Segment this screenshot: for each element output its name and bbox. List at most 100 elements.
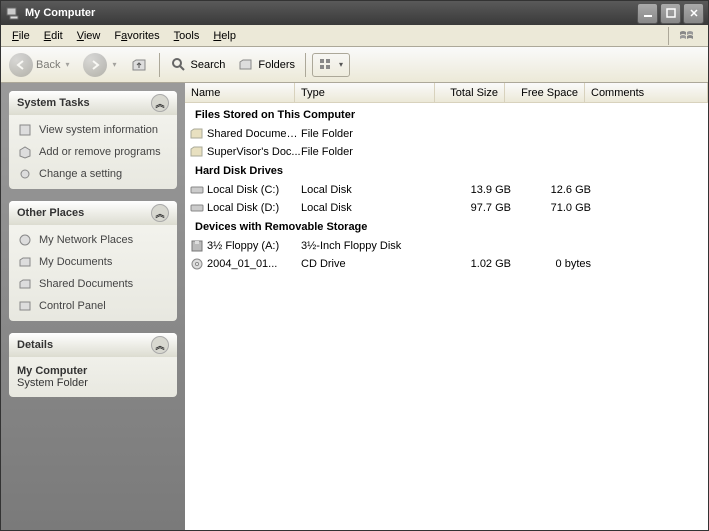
details-panel: Details ︽ My Computer System Folder <box>9 333 177 397</box>
item-type: File Folder <box>301 128 441 140</box>
item-size: 13.9 GB <box>441 184 511 196</box>
close-button[interactable] <box>683 3 704 24</box>
details-type: System Folder <box>17 377 169 389</box>
col-name[interactable]: Name <box>185 83 295 102</box>
toolbar-separator <box>305 53 306 77</box>
link-label: Add or remove programs <box>39 146 161 158</box>
control-panel-icon <box>17 298 33 314</box>
list-item[interactable]: SuperVisor's Doc... File Folder <box>185 143 708 161</box>
column-headers: Name Type Total Size Free Space Comments <box>185 83 708 103</box>
menu-edit[interactable]: Edit <box>37 28 70 44</box>
folder-icon <box>17 276 33 292</box>
search-icon <box>170 56 188 74</box>
item-type: File Folder <box>301 146 441 158</box>
item-type: Local Disk <box>301 202 441 214</box>
floppy-icon <box>189 238 205 254</box>
link-label: My Network Places <box>39 234 133 246</box>
back-label: Back <box>36 59 60 71</box>
disk-icon <box>189 200 205 216</box>
col-totalsize[interactable]: Total Size <box>435 83 505 102</box>
col-comments[interactable]: Comments <box>585 83 708 102</box>
minimize-button[interactable] <box>637 3 658 24</box>
disk-icon <box>189 182 205 198</box>
toolbar: Back ▾ ▾ Search Folders ▾ <box>1 47 708 83</box>
windows-logo-icon <box>668 27 704 45</box>
views-button[interactable]: ▾ <box>312 53 350 77</box>
list-item[interactable]: 2004_01_01... CD Drive 1.02 GB 0 bytes <box>185 255 708 273</box>
sidebar: System Tasks ︽ View system information A… <box>1 83 185 530</box>
views-icon <box>317 56 335 74</box>
change-setting-link[interactable]: Change a setting <box>17 165 169 183</box>
list-item[interactable]: 3½ Floppy (A:) 3½-Inch Floppy Disk <box>185 237 708 255</box>
collapse-icon[interactable]: ︽ <box>151 336 169 354</box>
folder-icon <box>189 144 205 160</box>
shared-documents-link[interactable]: Shared Documents <box>17 275 169 293</box>
back-button[interactable]: Back ▾ <box>5 51 75 79</box>
folders-icon <box>237 56 255 74</box>
item-name: 3½ Floppy (A:) <box>207 240 301 252</box>
gear-icon <box>17 166 33 182</box>
system-tasks-panel: System Tasks ︽ View system information A… <box>9 91 177 189</box>
item-free: 12.6 GB <box>511 184 591 196</box>
network-icon <box>17 232 33 248</box>
chevron-down-icon: ▾ <box>337 60 345 69</box>
panel-title: System Tasks <box>17 97 90 109</box>
menubar: File Edit View Favorites Tools Help <box>1 25 708 47</box>
body: System Tasks ︽ View system information A… <box>1 83 708 530</box>
maximize-button[interactable] <box>660 3 681 24</box>
panel-header[interactable]: Details ︽ <box>9 333 177 357</box>
search-label: Search <box>191 59 226 71</box>
menu-file[interactable]: File <box>5 28 37 44</box>
folders-button[interactable]: Folders <box>233 54 299 76</box>
list-item[interactable]: Shared Documents File Folder <box>185 125 708 143</box>
titlebar[interactable]: My Computer <box>1 1 708 25</box>
menu-tools[interactable]: Tools <box>167 28 207 44</box>
folders-label: Folders <box>258 59 295 71</box>
menu-view[interactable]: View <box>70 28 108 44</box>
panel-header[interactable]: System Tasks ︽ <box>9 91 177 115</box>
folder-icon <box>189 126 205 142</box>
item-type: Local Disk <box>301 184 441 196</box>
item-size: 97.7 GB <box>441 202 511 214</box>
list-item[interactable]: Local Disk (D:) Local Disk 97.7 GB 71.0 … <box>185 199 708 217</box>
control-panel-link[interactable]: Control Panel <box>17 297 169 315</box>
link-label: Shared Documents <box>39 278 133 290</box>
group-hdd: Hard Disk Drives <box>185 161 708 181</box>
collapse-icon[interactable]: ︽ <box>151 204 169 222</box>
list-item[interactable]: Local Disk (C:) Local Disk 13.9 GB 12.6 … <box>185 181 708 199</box>
up-button[interactable] <box>127 54 153 76</box>
panel-title: Details <box>17 339 53 351</box>
details-name: My Computer <box>17 365 169 377</box>
file-list[interactable]: Files Stored on This Computer Shared Doc… <box>185 103 708 530</box>
link-label: Change a setting <box>39 168 122 180</box>
forward-button[interactable]: ▾ <box>79 51 122 79</box>
item-size: 1.02 GB <box>441 258 511 270</box>
other-places-panel: Other Places ︽ My Network Places My Docu… <box>9 201 177 321</box>
item-name: SuperVisor's Doc... <box>207 146 301 158</box>
view-system-info-link[interactable]: View system information <box>17 121 169 139</box>
add-remove-programs-link[interactable]: Add or remove programs <box>17 143 169 161</box>
item-type: 3½-Inch Floppy Disk <box>301 240 441 252</box>
search-button[interactable]: Search <box>166 54 230 76</box>
link-label: My Documents <box>39 256 112 268</box>
my-documents-link[interactable]: My Documents <box>17 253 169 271</box>
link-label: View system information <box>39 124 158 136</box>
item-name: 2004_01_01... <box>207 258 301 270</box>
network-places-link[interactable]: My Network Places <box>17 231 169 249</box>
menu-favorites[interactable]: Favorites <box>107 28 166 44</box>
computer-icon <box>5 5 21 21</box>
group-files: Files Stored on This Computer <box>185 105 708 125</box>
collapse-icon[interactable]: ︽ <box>151 94 169 112</box>
cd-icon <box>189 256 205 272</box>
item-name: Local Disk (D:) <box>207 202 301 214</box>
panel-header[interactable]: Other Places ︽ <box>9 201 177 225</box>
col-type[interactable]: Type <box>295 83 435 102</box>
info-icon <box>17 122 33 138</box>
col-freespace[interactable]: Free Space <box>505 83 585 102</box>
forward-arrow-icon <box>83 53 107 77</box>
menu-help[interactable]: Help <box>206 28 243 44</box>
chevron-down-icon: ▾ <box>63 60 71 69</box>
window-title: My Computer <box>25 7 637 19</box>
toolbar-separator <box>159 53 160 77</box>
window-controls <box>637 3 704 24</box>
